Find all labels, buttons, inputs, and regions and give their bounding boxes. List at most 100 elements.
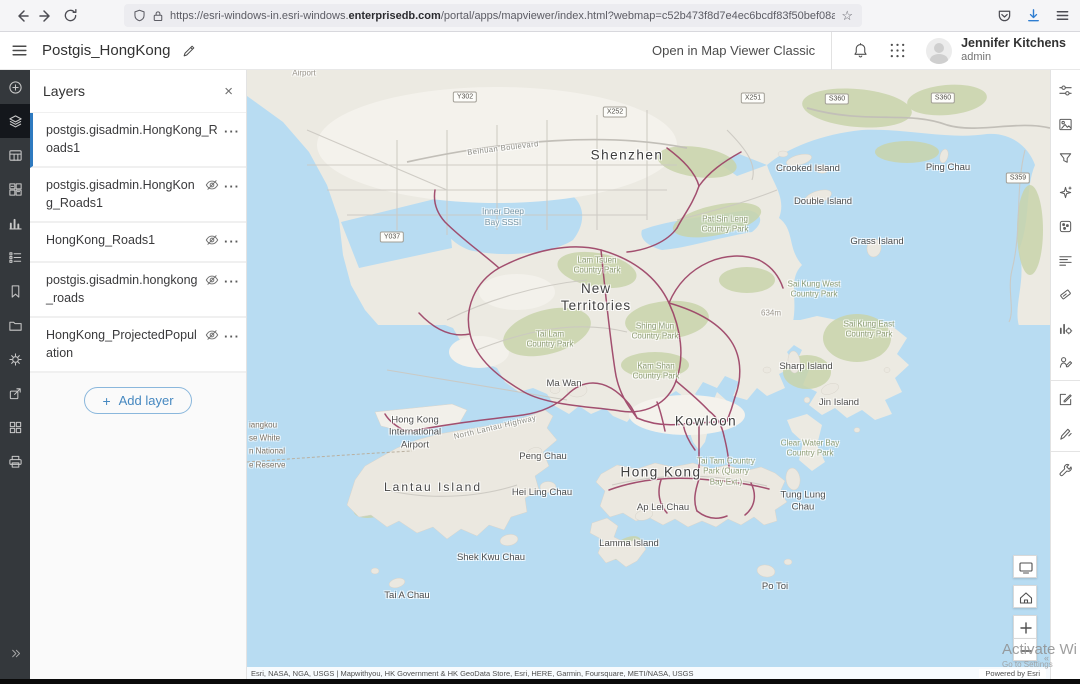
downloads-icon[interactable] — [1026, 8, 1041, 23]
lock-icon[interactable] — [152, 10, 164, 22]
app-header: Postgis_HongKong Open in Map Viewer Clas… — [0, 32, 1080, 70]
zoom-out-button[interactable] — [1013, 638, 1037, 661]
home-icon — [1017, 589, 1033, 605]
browser-toolbar: https://esri-windows-in.esri-windows.ent… — [0, 0, 1080, 32]
basemap-image — [247, 70, 1050, 684]
layer-item[interactable]: postgis.gisadmin.hongkong_roads ··· — [30, 263, 246, 318]
charts-button[interactable] — [0, 206, 30, 240]
layers-panel: Layers × postgis.gisadmin.HongKong_Roads… — [30, 70, 247, 684]
menu-icon[interactable] — [1055, 8, 1070, 23]
properties-icon — [1058, 83, 1073, 98]
layer-label: postgis.gisadmin.HongKong_Roads1 — [46, 122, 219, 157]
save-button[interactable] — [0, 308, 30, 342]
page-title: Postgis_HongKong — [42, 42, 170, 59]
labels-button[interactable] — [1051, 243, 1080, 277]
print-icon — [8, 454, 23, 469]
app-launcher-grid-icon[interactable] — [889, 42, 906, 59]
layer-options-icon[interactable]: ··· — [224, 180, 240, 193]
table-button[interactable] — [0, 138, 30, 172]
layers-panel-header: Layers × — [30, 70, 246, 112]
effects-icon — [1058, 185, 1073, 200]
notifications-bell-icon[interactable] — [852, 42, 869, 59]
basemap-button[interactable] — [0, 172, 30, 206]
labels-icon — [1058, 253, 1073, 268]
zoom-in-icon — [1017, 619, 1033, 635]
effects-button[interactable] — [1051, 175, 1080, 209]
home-button[interactable] — [1013, 585, 1037, 608]
attribution-text: Esri, NASA, NGA, USGS | Mapwithyou, HK G… — [251, 669, 694, 678]
layer-item[interactable]: postgis.gisadmin.HongKong_Roads1 ··· — [30, 168, 246, 223]
print-button[interactable] — [0, 444, 30, 478]
layer-list: postgis.gisadmin.HongKong_Roads1 ··· pos… — [30, 112, 246, 373]
forms-icon — [1058, 355, 1073, 370]
add-layer-label: Add layer — [119, 393, 174, 408]
visibility-eye-hidden-icon[interactable] — [205, 328, 219, 347]
apps-icon — [8, 420, 23, 435]
sketch-button[interactable] — [1051, 416, 1080, 450]
layer-options-icon[interactable]: ··· — [224, 125, 240, 138]
map-tools-button[interactable] — [1051, 453, 1080, 487]
layer-item[interactable]: postgis.gisadmin.HongKong_Roads1 ··· — [30, 113, 246, 168]
visibility-eye-hidden-icon[interactable] — [205, 178, 219, 197]
legend-button[interactable] — [0, 240, 30, 274]
layers-icon — [8, 114, 23, 129]
filter-button[interactable] — [1051, 141, 1080, 175]
close-icon[interactable]: × — [224, 84, 233, 99]
expand-toolbar-button[interactable] — [0, 636, 30, 670]
pocket-icon[interactable] — [997, 8, 1012, 23]
avatar[interactable] — [926, 38, 952, 64]
popups-button[interactable] — [1051, 277, 1080, 311]
layer-options-icon[interactable]: ··· — [224, 330, 240, 343]
address-bar[interactable]: https://esri-windows-in.esri-windows.ent… — [124, 4, 862, 27]
browser-back-button[interactable] — [10, 4, 34, 28]
apps-button[interactable] — [0, 410, 30, 444]
layer-options-icon[interactable]: ··· — [224, 235, 240, 248]
open-in-map-viewer-classic-link[interactable]: Open in Map Viewer Classic — [652, 43, 815, 58]
overview-button[interactable] — [1013, 555, 1037, 578]
charts-icon — [8, 216, 23, 231]
fields-icon — [1058, 321, 1073, 336]
visibility-eye-hidden-icon[interactable] — [205, 233, 219, 252]
properties-button[interactable] — [1051, 73, 1080, 107]
add-button[interactable] — [0, 70, 30, 104]
fields-button[interactable] — [1051, 311, 1080, 345]
map-canvas[interactable]: AirportShenzhenBeihuan BoulevardInner De… — [247, 70, 1050, 684]
aggregation-button[interactable] — [1051, 209, 1080, 243]
contents-toolbar — [0, 70, 30, 684]
screen-bottom-strip — [0, 679, 1080, 684]
share-button[interactable] — [0, 376, 30, 410]
hamburger-menu-icon[interactable] — [0, 32, 38, 70]
table-icon — [8, 148, 23, 163]
zoom-in-button[interactable] — [1013, 615, 1037, 638]
add-layer-button[interactable]: + Add layer — [84, 387, 191, 414]
powered-by-esri: Powered by Esri — [979, 669, 1046, 678]
user-info: Jennifer Kitchens admin — [961, 36, 1066, 64]
add-icon — [8, 80, 23, 95]
user-name: Jennifer Kitchens — [961, 36, 1066, 51]
browser-refresh-button[interactable] — [58, 4, 82, 28]
sketch-icon — [1058, 426, 1073, 441]
forms-button[interactable] — [1051, 345, 1080, 379]
bookmark-button[interactable] — [0, 274, 30, 308]
layer-label: HongKong_Roads1 — [46, 232, 200, 250]
layer-item[interactable]: HongKong_Roads1 ··· — [30, 223, 246, 263]
user-role: admin — [961, 51, 1066, 64]
overview-icon — [1017, 559, 1033, 575]
save-icon — [8, 318, 23, 333]
layer-item[interactable]: HongKong_ProjectedPopulation ··· — [30, 318, 246, 373]
url-text: https://esri-windows-in.esri-windows.ent… — [170, 10, 835, 22]
map-tools-icon — [1058, 463, 1073, 478]
settings-button[interactable] — [0, 342, 30, 376]
layer-label: HongKong_ProjectedPopulation — [46, 327, 200, 362]
bookmark-star-icon[interactable]: ☆ — [841, 8, 853, 24]
visibility-eye-hidden-icon[interactable] — [205, 273, 219, 292]
browser-forward-button[interactable] — [34, 4, 58, 28]
edit-title-pencil-icon[interactable] — [182, 44, 196, 58]
styles-button[interactable] — [1051, 107, 1080, 141]
layer-options-icon[interactable]: ··· — [224, 275, 240, 288]
tracking-protection-shield-icon[interactable] — [133, 9, 146, 22]
popups-icon — [1058, 287, 1073, 302]
map-controls — [1013, 555, 1037, 668]
layers-button[interactable] — [0, 104, 30, 138]
edit-button[interactable] — [1051, 382, 1080, 416]
